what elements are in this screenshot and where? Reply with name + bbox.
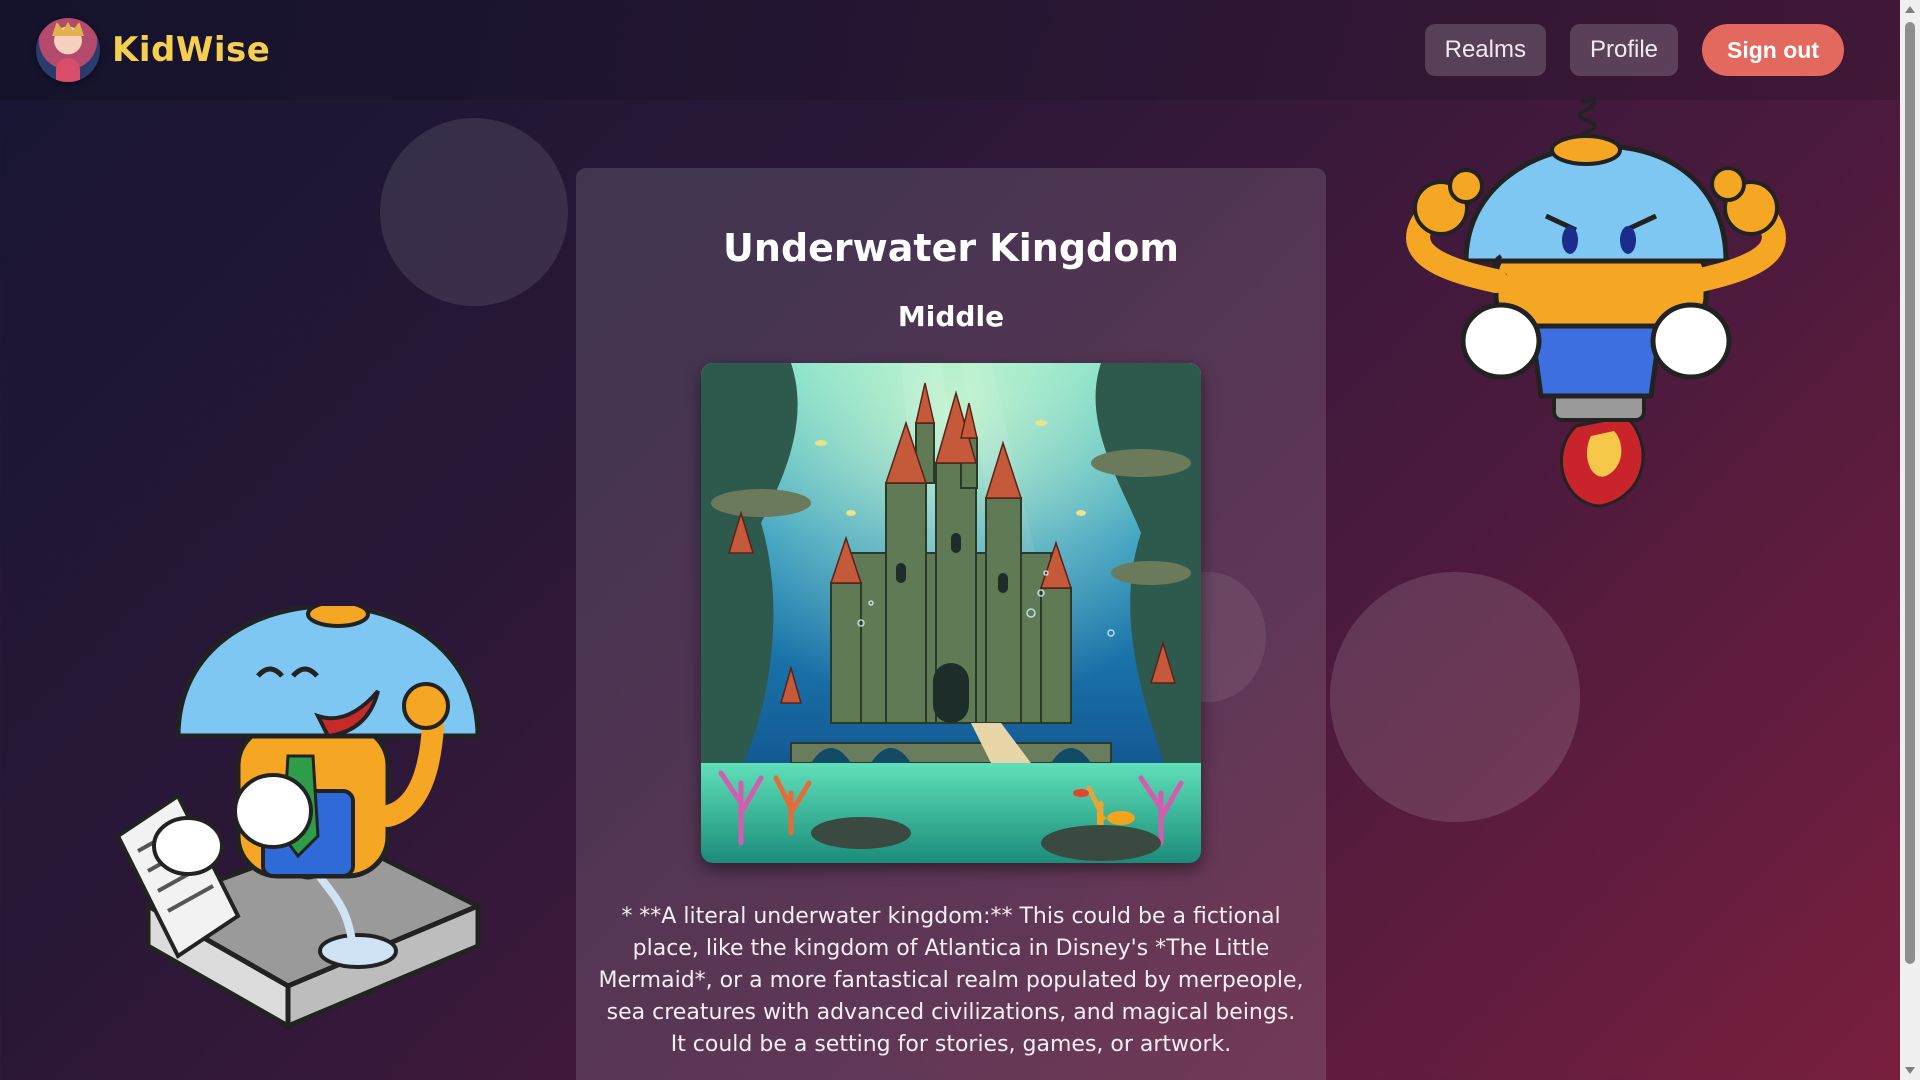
realms-button[interactable]: Realms	[1424, 24, 1546, 76]
nav-bar: Realms Profile Sign out	[1424, 24, 1844, 76]
brand-name: KidWise	[112, 30, 271, 70]
brand-logo[interactable]: KidWise	[36, 18, 270, 82]
realm-title: Underwater Kingdom	[723, 226, 1179, 270]
scroll-up-arrow-icon[interactable]	[1905, 6, 1915, 13]
top-bar: KidWise Realms Profile Sign out	[0, 0, 1900, 100]
realm-card: Underwater Kingdom Middle * **A literal …	[576, 168, 1326, 1080]
decorative-bubble	[1330, 572, 1580, 822]
realm-level: Middle	[897, 300, 1005, 333]
princess-avatar-icon	[36, 18, 100, 82]
realm-description: * **A literal underwater kingdom:** This…	[598, 904, 1304, 1057]
underwater-castle-illustration	[701, 363, 1201, 863]
sign-out-button[interactable]: Sign out	[1702, 24, 1844, 76]
castle-image-svg	[701, 363, 1201, 863]
profile-button[interactable]: Profile	[1569, 24, 1679, 76]
rocket-robot-mascot	[1406, 98, 1786, 508]
scroll-down-arrow-icon[interactable]	[1905, 1067, 1915, 1074]
scroll-thumb[interactable]	[1905, 22, 1915, 964]
decorative-bubble	[380, 118, 568, 306]
reading-robot-mascot	[115, 606, 484, 1031]
page-scrollbar[interactable]	[1900, 0, 1920, 1080]
